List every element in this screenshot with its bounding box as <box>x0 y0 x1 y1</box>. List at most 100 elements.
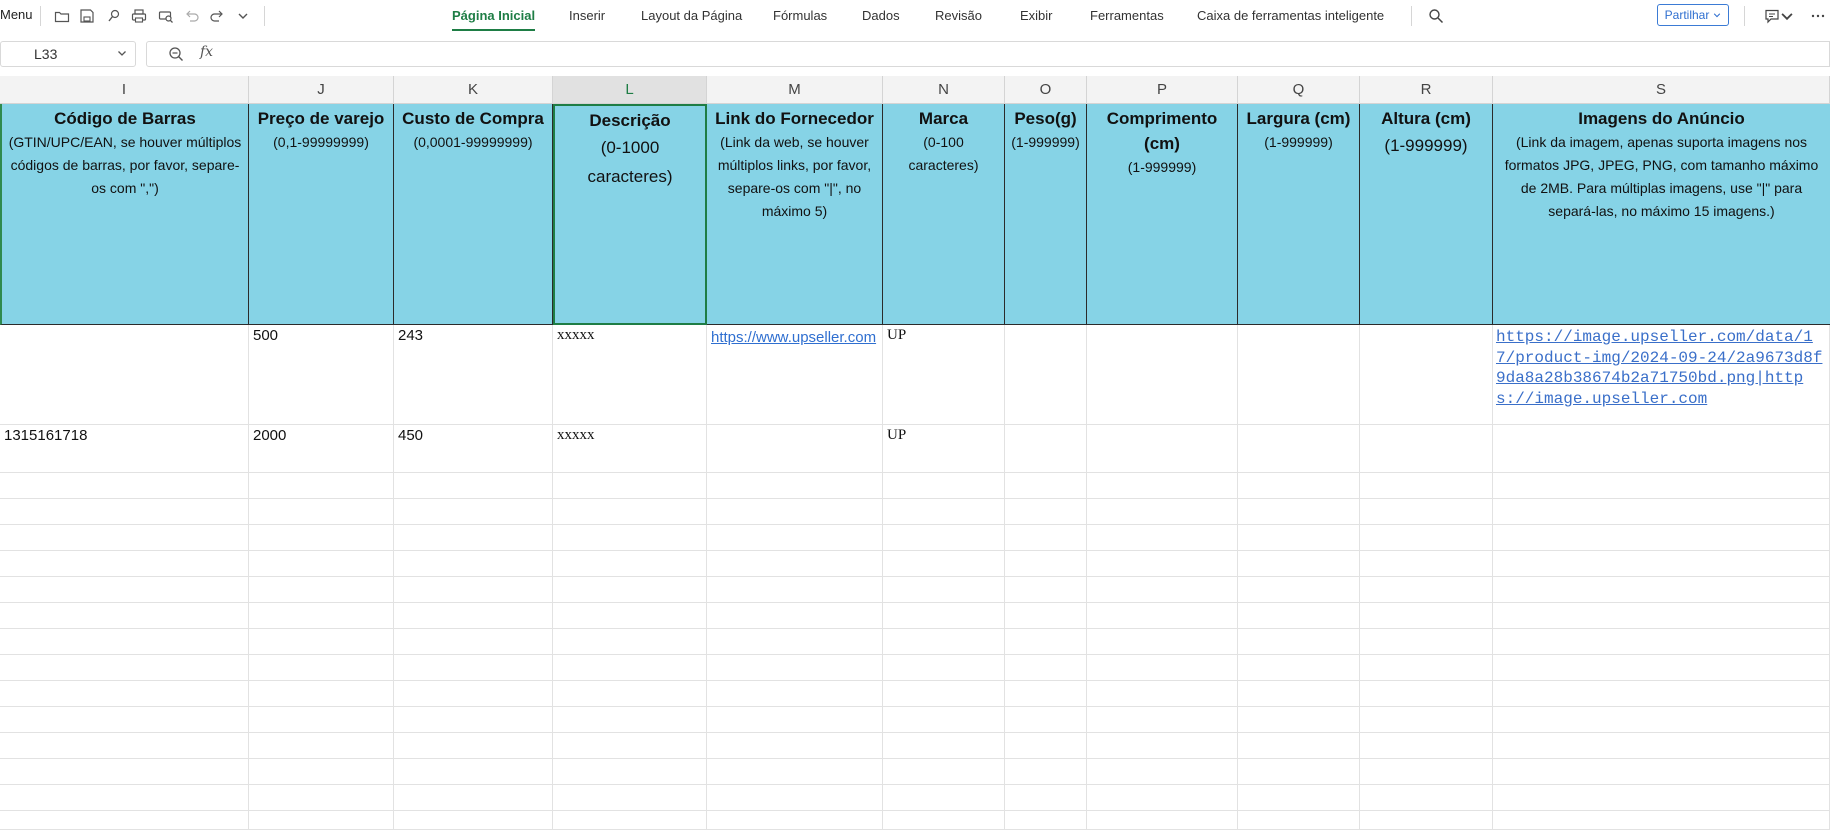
cell-weight[interactable] <box>1005 325 1087 425</box>
empty-cell[interactable] <box>1493 603 1830 629</box>
empty-cell[interactable] <box>1005 759 1087 785</box>
empty-cell[interactable] <box>1005 681 1087 707</box>
empty-cell[interactable] <box>883 525 1005 551</box>
empty-cell[interactable] <box>0 733 249 759</box>
format-painter-icon[interactable] <box>104 6 124 26</box>
empty-cell[interactable] <box>1087 681 1238 707</box>
empty-cell[interactable] <box>707 551 883 577</box>
header-cell-weight[interactable]: Peso(g) (1-999999) <box>1005 104 1087 325</box>
empty-cell[interactable] <box>249 759 394 785</box>
share-button[interactable]: Partilhar <box>1657 4 1729 26</box>
header-cell-height[interactable]: Altura (cm) (1-999999) <box>1360 104 1493 325</box>
empty-cell[interactable] <box>0 603 249 629</box>
empty-cell[interactable] <box>394 499 553 525</box>
tab-review[interactable]: Revisão <box>935 8 982 23</box>
empty-cell[interactable] <box>883 785 1005 811</box>
column-header-s[interactable]: S <box>1493 76 1830 104</box>
empty-cell[interactable] <box>249 629 394 655</box>
comment-icon[interactable] <box>1762 6 1782 26</box>
empty-cell[interactable] <box>1360 811 1493 830</box>
empty-cell[interactable] <box>249 785 394 811</box>
header-cell-width[interactable]: Largura (cm) (1-999999) <box>1238 104 1360 325</box>
cell-length[interactable] <box>1087 325 1238 425</box>
empty-cell[interactable] <box>1493 811 1830 830</box>
empty-cell[interactable] <box>0 785 249 811</box>
empty-cell[interactable] <box>1360 707 1493 733</box>
supplier-link[interactable] <box>707 425 883 473</box>
empty-cell[interactable] <box>553 525 707 551</box>
chevron-down-icon[interactable] <box>117 48 127 58</box>
empty-cell[interactable] <box>1238 525 1360 551</box>
print-preview-icon[interactable] <box>156 6 176 26</box>
empty-cell[interactable] <box>1087 655 1238 681</box>
empty-cell[interactable] <box>249 525 394 551</box>
empty-cell[interactable] <box>1493 551 1830 577</box>
empty-cell[interactable] <box>883 811 1005 830</box>
empty-cell[interactable] <box>883 655 1005 681</box>
empty-cell[interactable] <box>1493 681 1830 707</box>
cell-retail-price[interactable]: 500 <box>249 325 394 425</box>
empty-cell[interactable] <box>0 655 249 681</box>
empty-cell[interactable] <box>1005 577 1087 603</box>
column-header-p[interactable]: P <box>1087 76 1238 104</box>
column-header-m[interactable]: M <box>707 76 883 104</box>
tab-home[interactable]: Página Inicial <box>452 8 536 31</box>
empty-cell[interactable] <box>553 629 707 655</box>
empty-cell[interactable] <box>1087 759 1238 785</box>
formula-input[interactable] <box>146 41 1830 67</box>
empty-cell[interactable] <box>1087 707 1238 733</box>
empty-cell[interactable] <box>707 681 883 707</box>
empty-cell[interactable] <box>1360 577 1493 603</box>
column-header-n[interactable]: N <box>883 76 1005 104</box>
empty-cell[interactable] <box>1238 707 1360 733</box>
empty-cell[interactable] <box>249 499 394 525</box>
empty-cell[interactable] <box>1360 603 1493 629</box>
search-icon[interactable] <box>1426 6 1446 26</box>
empty-cell[interactable] <box>1360 733 1493 759</box>
supplier-link[interactable]: https://www.upseller.com <box>707 325 883 425</box>
empty-cell[interactable] <box>1005 473 1087 499</box>
empty-cell[interactable] <box>1360 629 1493 655</box>
cell-height[interactable] <box>1360 425 1493 473</box>
empty-cell[interactable] <box>0 681 249 707</box>
header-cell-supplier-link[interactable]: Link do Fornecedor (Link da web, se houv… <box>707 104 883 325</box>
column-header-k[interactable]: K <box>394 76 553 104</box>
empty-cell[interactable] <box>249 733 394 759</box>
empty-cell[interactable] <box>249 707 394 733</box>
empty-cell[interactable] <box>553 655 707 681</box>
cell-retail-price[interactable]: 2000 <box>249 425 394 473</box>
empty-cell[interactable] <box>883 473 1005 499</box>
empty-cell[interactable] <box>394 655 553 681</box>
cell-brand[interactable]: UP <box>883 325 1005 425</box>
empty-cell[interactable] <box>394 551 553 577</box>
empty-cell[interactable] <box>249 655 394 681</box>
empty-cell[interactable] <box>1238 551 1360 577</box>
empty-cell[interactable] <box>707 811 883 830</box>
empty-cell[interactable] <box>1238 629 1360 655</box>
empty-cell[interactable] <box>1005 785 1087 811</box>
empty-cell[interactable] <box>1360 551 1493 577</box>
empty-cell[interactable] <box>1493 785 1830 811</box>
cell-weight[interactable] <box>1005 425 1087 473</box>
empty-cell[interactable] <box>553 603 707 629</box>
zoom-icon[interactable] <box>168 46 184 62</box>
empty-cell[interactable] <box>1087 733 1238 759</box>
empty-cell[interactable] <box>249 603 394 629</box>
empty-cell[interactable] <box>1493 759 1830 785</box>
cell-width[interactable] <box>1238 325 1360 425</box>
empty-cell[interactable] <box>707 473 883 499</box>
empty-cell[interactable] <box>1238 655 1360 681</box>
tab-smart-toolbox[interactable]: Caixa de ferramentas inteligente <box>1197 8 1384 23</box>
empty-cell[interactable] <box>707 629 883 655</box>
empty-cell[interactable] <box>1238 499 1360 525</box>
chevron-down-icon[interactable] <box>233 6 253 26</box>
header-cell-barcode[interactable]: Código de Barras (GTIN/UPC/EAN, se houve… <box>0 104 249 325</box>
header-cell-listing-images[interactable]: Imagens do Anúncio (Link da imagem, apen… <box>1493 104 1830 325</box>
empty-cell[interactable] <box>553 707 707 733</box>
empty-cell[interactable] <box>707 525 883 551</box>
empty-cell[interactable] <box>1493 473 1830 499</box>
empty-cell[interactable] <box>553 759 707 785</box>
empty-cell[interactable] <box>1005 655 1087 681</box>
tab-view[interactable]: Exibir <box>1020 8 1053 23</box>
empty-cell[interactable] <box>394 759 553 785</box>
